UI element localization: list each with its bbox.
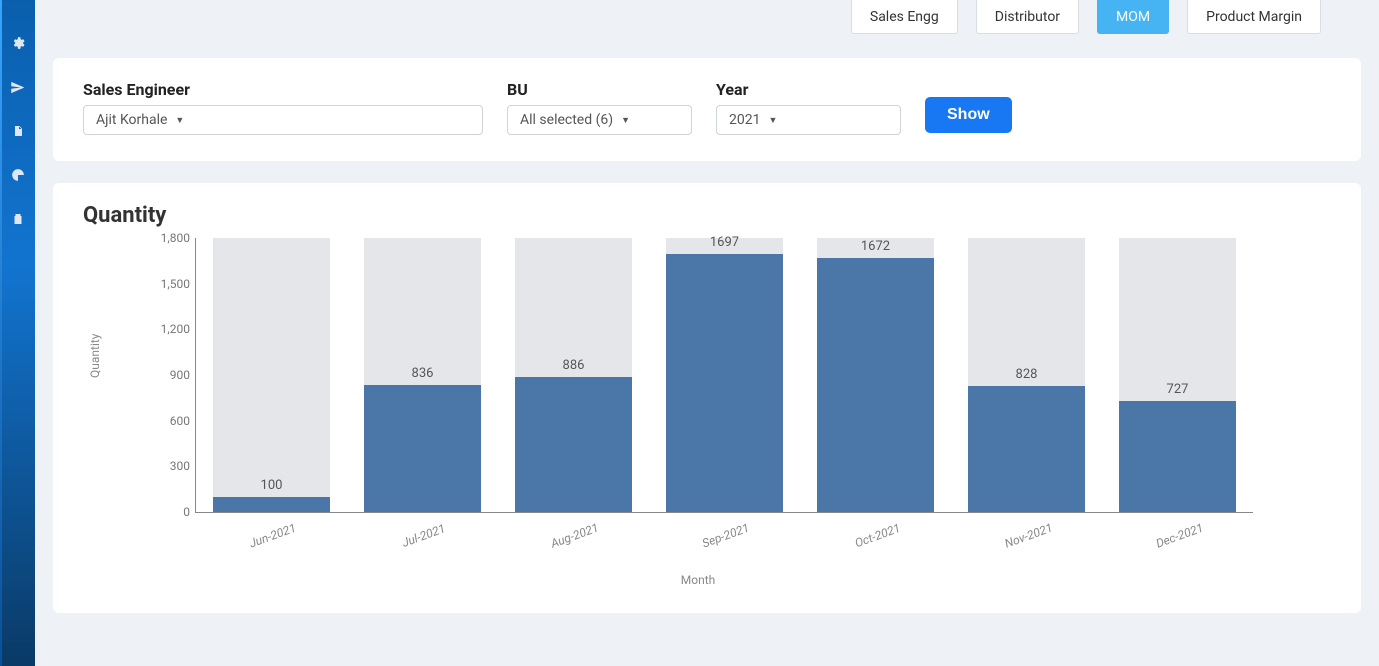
- year-label: Year: [716, 80, 901, 99]
- sales-engineer-select[interactable]: Ajit Korhale ▼: [83, 105, 483, 135]
- y-tick-label: 900: [170, 368, 190, 382]
- tab-mom[interactable]: MOM: [1097, 0, 1169, 34]
- bu-value: All selected (6): [520, 112, 613, 128]
- year-select[interactable]: 2021 ▼: [716, 105, 901, 135]
- bu-label: BU: [507, 80, 692, 99]
- bar-slot: 727: [1102, 238, 1253, 512]
- filter-year: Year 2021 ▼: [716, 80, 901, 135]
- plane-icon[interactable]: [9, 78, 27, 96]
- bar-value-label: 1697: [649, 235, 800, 250]
- y-axis-label: Quantity: [88, 333, 102, 377]
- chart-card: Quantity Quantity 100 836886 16971672 82872…: [53, 183, 1361, 613]
- show-button[interactable]: Show: [925, 97, 1012, 133]
- filter-bu: BU All selected (6) ▼: [507, 80, 692, 135]
- y-tick-label: 1,200: [161, 322, 190, 336]
- x-labels: Jun-2021Jul-2021Aug-2021Sep-2021Oct-2021…: [195, 517, 1253, 543]
- sales-engineer-label: Sales Engineer: [83, 80, 483, 99]
- clipboard-icon[interactable]: [9, 210, 27, 228]
- gear-icon[interactable]: [9, 34, 27, 52]
- bar[interactable]: [1119, 401, 1237, 512]
- y-tick-label: 1,800: [161, 231, 190, 245]
- bar[interactable]: [364, 385, 482, 512]
- bar-slot: 1672: [800, 238, 951, 512]
- bar[interactable]: [515, 377, 633, 512]
- tab-product-margin[interactable]: Product Margin: [1187, 0, 1321, 34]
- bar-value-label: 828: [951, 367, 1102, 382]
- bar-bg: [213, 238, 331, 512]
- chart-title: Quantity: [83, 203, 1331, 228]
- sidebar: [0, 0, 35, 666]
- sales-engineer-value: Ajit Korhale: [96, 112, 167, 128]
- tab-distributor[interactable]: Distributor: [976, 0, 1079, 34]
- year-value: 2021: [729, 112, 760, 128]
- bu-select[interactable]: All selected (6) ▼: [507, 105, 692, 135]
- bar-value-label: 836: [347, 366, 498, 381]
- chart-wrap: Quantity 10083688616971672828727 0300600…: [143, 238, 1253, 583]
- bar-value-label: 100: [196, 478, 347, 493]
- bar[interactable]: [817, 258, 935, 513]
- y-tick-label: 300: [170, 459, 190, 473]
- tab-sales-engg[interactable]: Sales Engg: [851, 0, 958, 34]
- y-tick-label: 600: [170, 414, 190, 428]
- filter-card: Sales Engineer Ajit Korhale ▼ BU All sel…: [53, 58, 1361, 161]
- pie-icon[interactable]: [9, 166, 27, 184]
- filter-row: Sales Engineer Ajit Korhale ▼ BU All sel…: [83, 80, 1331, 135]
- bar-value-label: 886: [498, 358, 649, 373]
- caret-icon: ▼: [621, 115, 630, 126]
- bar-slot: 828: [951, 238, 1102, 512]
- bar-value-label: 727: [1102, 382, 1253, 397]
- sidebar-accent: [0, 0, 2, 666]
- main-content: Sales Engg Distributor MOM Product Margi…: [35, 0, 1379, 666]
- chart-plot: 10083688616971672828727 03006009001,2001…: [195, 238, 1253, 513]
- filter-sales-engineer: Sales Engineer Ajit Korhale ▼: [83, 80, 483, 135]
- file-icon[interactable]: [9, 122, 27, 140]
- bars-container: 100 836886 16971672 828727: [196, 238, 1253, 512]
- bar[interactable]: [666, 254, 784, 512]
- y-tick-label: 0: [183, 505, 190, 519]
- bar-slot: 1697: [649, 238, 800, 512]
- y-tick-label: 1,500: [161, 277, 190, 291]
- x-axis-label: Month: [143, 573, 1253, 587]
- bar[interactable]: [968, 386, 1086, 512]
- caret-icon: ▼: [768, 115, 777, 126]
- bar-slot: 100: [196, 238, 347, 512]
- tabs-row: Sales Engg Distributor MOM Product Margi…: [53, 0, 1361, 46]
- bar-slot: 886: [498, 238, 649, 512]
- caret-icon: ▼: [175, 115, 184, 126]
- bar-value-label: 1672: [800, 239, 951, 254]
- bar-slot: 836: [347, 238, 498, 512]
